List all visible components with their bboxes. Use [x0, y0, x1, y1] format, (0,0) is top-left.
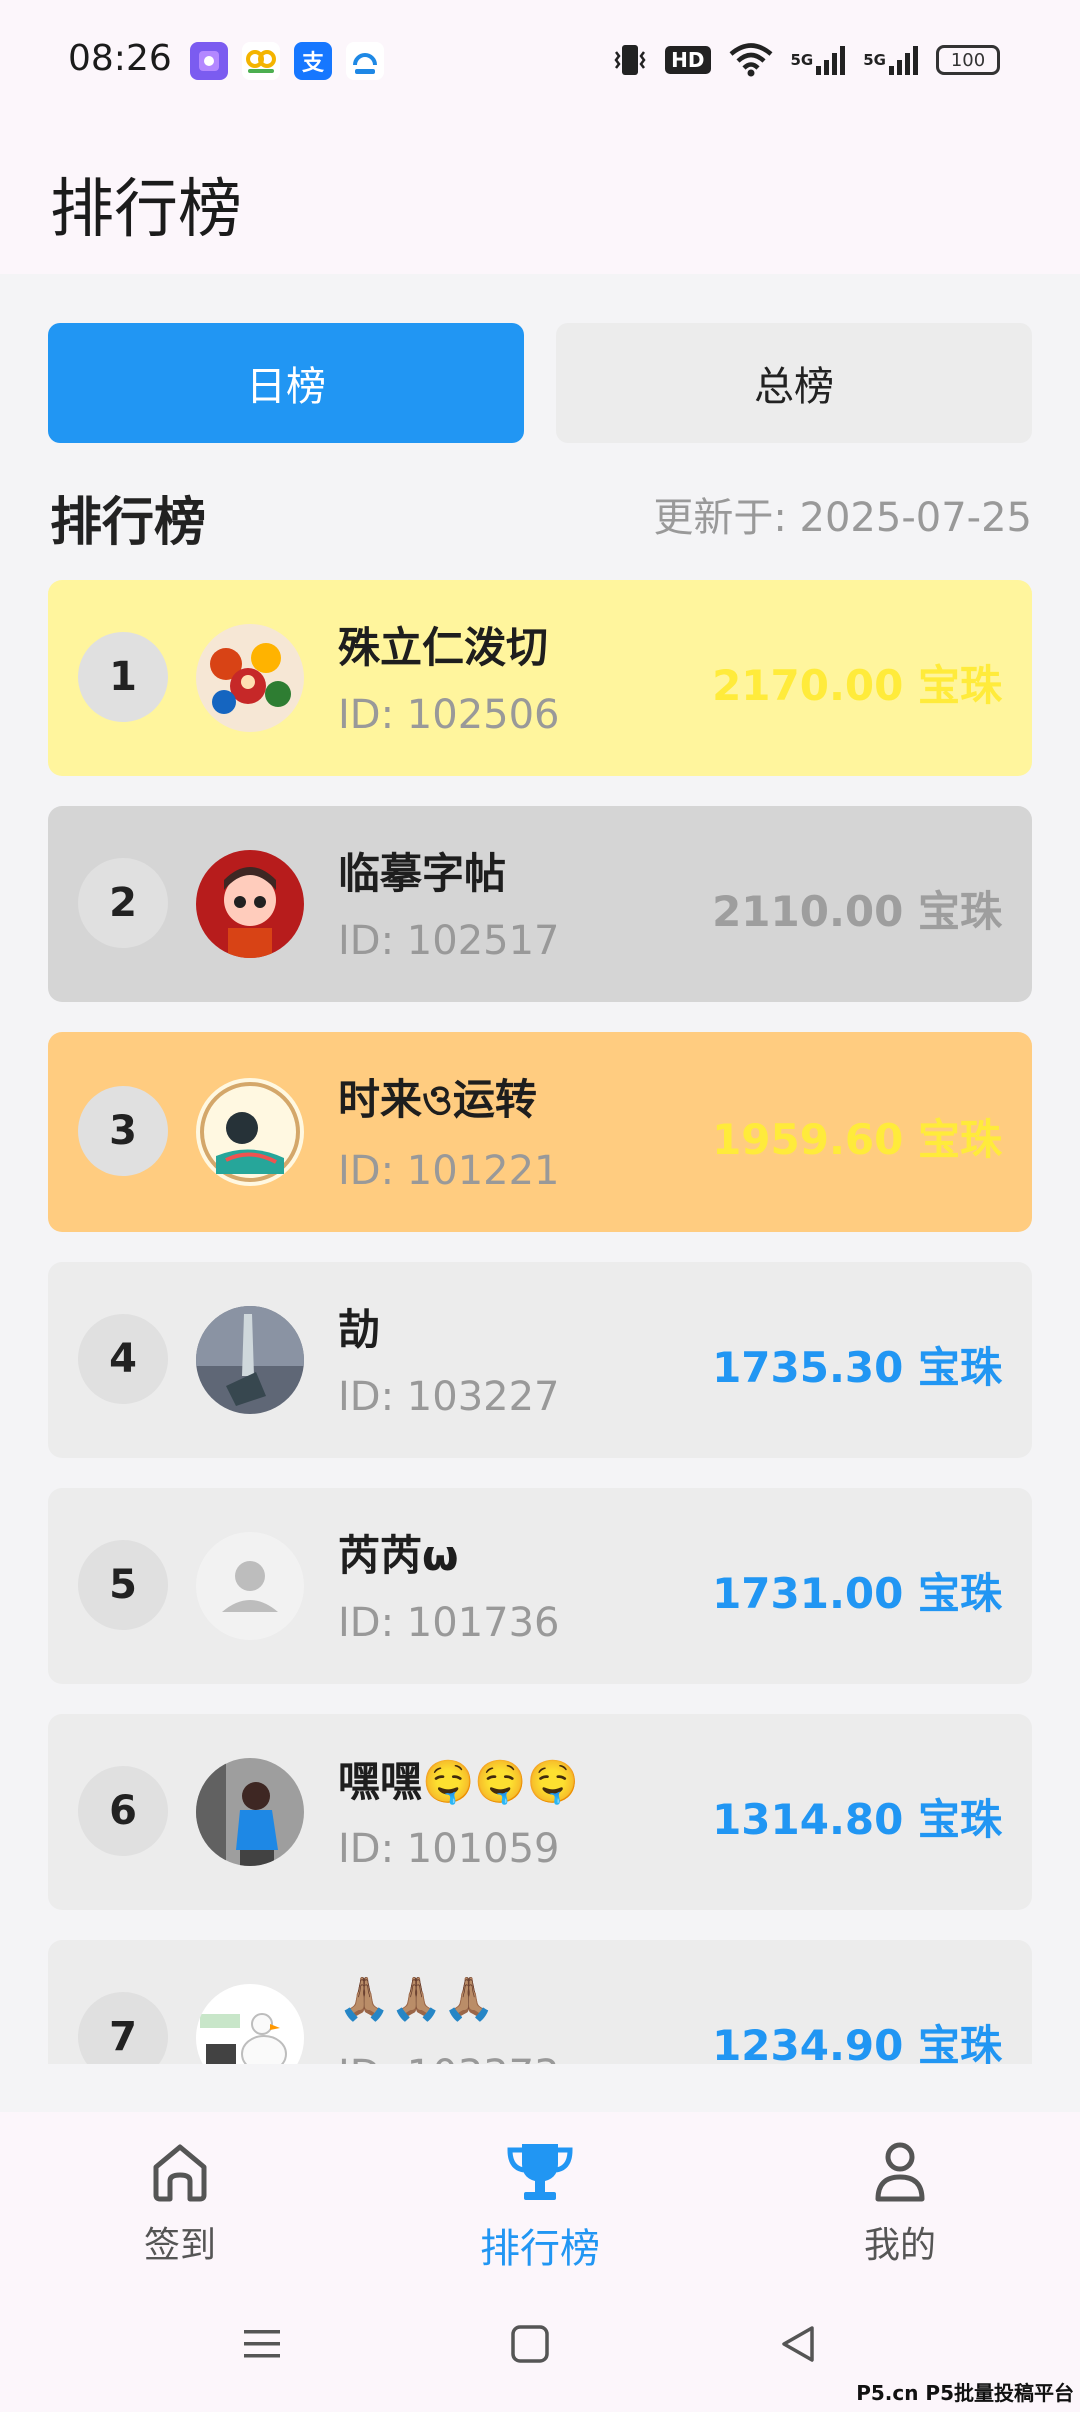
- system-nav-bar: P5.cn P5批量投稿平台: [0, 2292, 1080, 2412]
- user-id: ID: 103227: [338, 1374, 560, 1420]
- system-status-icons: HD 5G 5G 100: [613, 40, 1000, 80]
- user-score: 2110.00 宝珠: [712, 887, 1002, 936]
- avatar: [196, 1758, 304, 1866]
- avatar: [196, 1306, 304, 1414]
- battery-level: 100: [936, 45, 1000, 75]
- watermark: P5.cn P5批量投稿平台: [856, 2381, 1074, 2405]
- avatar: [196, 1984, 304, 2064]
- user-id: ID: 103373: [338, 2052, 559, 2064]
- default-avatar-icon: [196, 1532, 304, 1640]
- user-score: 2170.00 宝珠: [712, 661, 1002, 710]
- rank-badge: 1: [78, 632, 168, 722]
- rank-badge: 4: [78, 1314, 168, 1404]
- avatar: [196, 624, 304, 732]
- wifi-icon: [729, 40, 773, 80]
- nav-label: 我的: [863, 2225, 936, 2266]
- loop-app-icon: [242, 42, 280, 80]
- battery-icon: 100: [936, 40, 1000, 80]
- vibrate-icon: [613, 40, 647, 80]
- updated-date: 更新于: 2025-07-25: [653, 495, 1032, 541]
- ranking-item[interactable]: 4 劼 ID: 103227 1735.30 宝珠: [48, 1262, 1032, 1458]
- avatar: [196, 850, 304, 958]
- menu-icon[interactable]: [240, 2322, 284, 2370]
- ranking-list[interactable]: 1 殊立仁泼切 ID: 102506 2170.00 宝珠 2 临摹字帖 ID:…: [0, 580, 1080, 2064]
- user-id: ID: 102506: [338, 692, 560, 738]
- signal-label-2: 5G: [863, 51, 886, 69]
- user-id: ID: 101059: [338, 1826, 560, 1872]
- trophy-icon: [440, 2134, 640, 2210]
- user-score: 1731.00 宝珠: [712, 1569, 1002, 1618]
- nav-profile[interactable]: 我的: [800, 2134, 1000, 2268]
- notification-icons: 支: [190, 42, 384, 80]
- signal-label-1: 5G: [790, 51, 814, 69]
- user-score: 1959.60 宝珠: [712, 1115, 1002, 1164]
- nav-label: 签到: [143, 2225, 216, 2266]
- user-name: 时来ও运转: [338, 1075, 537, 1124]
- signal-icon-2: 5G: [863, 40, 918, 80]
- rank-badge: 6: [78, 1766, 168, 1856]
- hd-icon: HD: [665, 40, 711, 80]
- ranking-item[interactable]: 2 临摹字帖 ID: 102517 2110.00 宝珠: [48, 806, 1032, 1002]
- ranking-item[interactable]: 5 芮芮ω ID: 101736 1731.00 宝珠: [48, 1488, 1032, 1684]
- nav-ranking[interactable]: 排行榜: [440, 2134, 640, 2274]
- rank-badge: 2: [78, 858, 168, 948]
- tab-daily[interactable]: 日榜: [48, 323, 524, 443]
- avatar: [196, 1078, 304, 1186]
- app-notification-icon: [190, 42, 228, 80]
- user-name: 🙏🏽🙏🏽🙏🏽: [338, 1974, 495, 2023]
- rank-badge: 3: [78, 1086, 168, 1176]
- hd-label: HD: [665, 46, 711, 74]
- alipay-icon: 支: [294, 42, 332, 80]
- ranking-item[interactable]: 3 时来ও运转 ID: 101221 1959.60 宝珠: [48, 1032, 1032, 1232]
- user-name: 嘿嘿🤤🤤🤤: [338, 1757, 579, 1806]
- tab-total[interactable]: 总榜: [556, 323, 1032, 443]
- user-name: 劼: [338, 1305, 381, 1354]
- assistant-app-icon: [346, 42, 384, 80]
- ranking-item[interactable]: 6 嘿嘿🤤🤤🤤 ID: 101059 1314.80 宝珠: [48, 1714, 1032, 1910]
- home-icon: [80, 2134, 280, 2210]
- ranking-item[interactable]: 1 殊立仁泼切 ID: 102506 2170.00 宝珠: [48, 580, 1032, 776]
- top-header: 08:26 支 HD 5G 5G 100 排行榜: [0, 0, 1080, 274]
- rank-badge: 5: [78, 1540, 168, 1630]
- back-icon[interactable]: [776, 2322, 820, 2370]
- user-id: ID: 101736: [338, 1600, 560, 1646]
- page-title: 排行榜: [50, 173, 242, 247]
- status-time: 08:26: [68, 38, 172, 79]
- person-icon: [800, 2134, 1000, 2210]
- ranking-item[interactable]: 7 🙏🏽🙏🏽🙏🏽 ID: 103373 1234.90 宝珠: [48, 1940, 1032, 2064]
- section-title: 排行榜: [50, 493, 207, 553]
- user-score: 1735.30 宝珠: [712, 1343, 1002, 1392]
- user-id: ID: 101221: [338, 1148, 560, 1194]
- rank-badge: 7: [78, 1992, 168, 2064]
- nav-checkin[interactable]: 签到: [80, 2134, 280, 2268]
- user-name: 殊立仁泼切: [338, 623, 549, 672]
- signal-icon-1: 5G: [791, 40, 846, 80]
- user-score: 1234.90 宝珠: [712, 2021, 1002, 2064]
- user-name: 芮芮ω: [338, 1531, 459, 1580]
- user-score: 1314.80 宝珠: [712, 1795, 1002, 1844]
- user-id: ID: 102517: [338, 918, 560, 964]
- user-name: 临摹字帖: [338, 849, 507, 898]
- nav-label: 排行榜: [480, 2226, 600, 2272]
- bottom-nav: 签到 排行榜 我的: [0, 2112, 1080, 2292]
- home-button-icon[interactable]: [508, 2322, 552, 2370]
- ranking-tabs: 日榜 总榜: [48, 323, 1032, 443]
- status-bar: 08:26 支 HD 5G 5G 100: [0, 0, 1080, 124]
